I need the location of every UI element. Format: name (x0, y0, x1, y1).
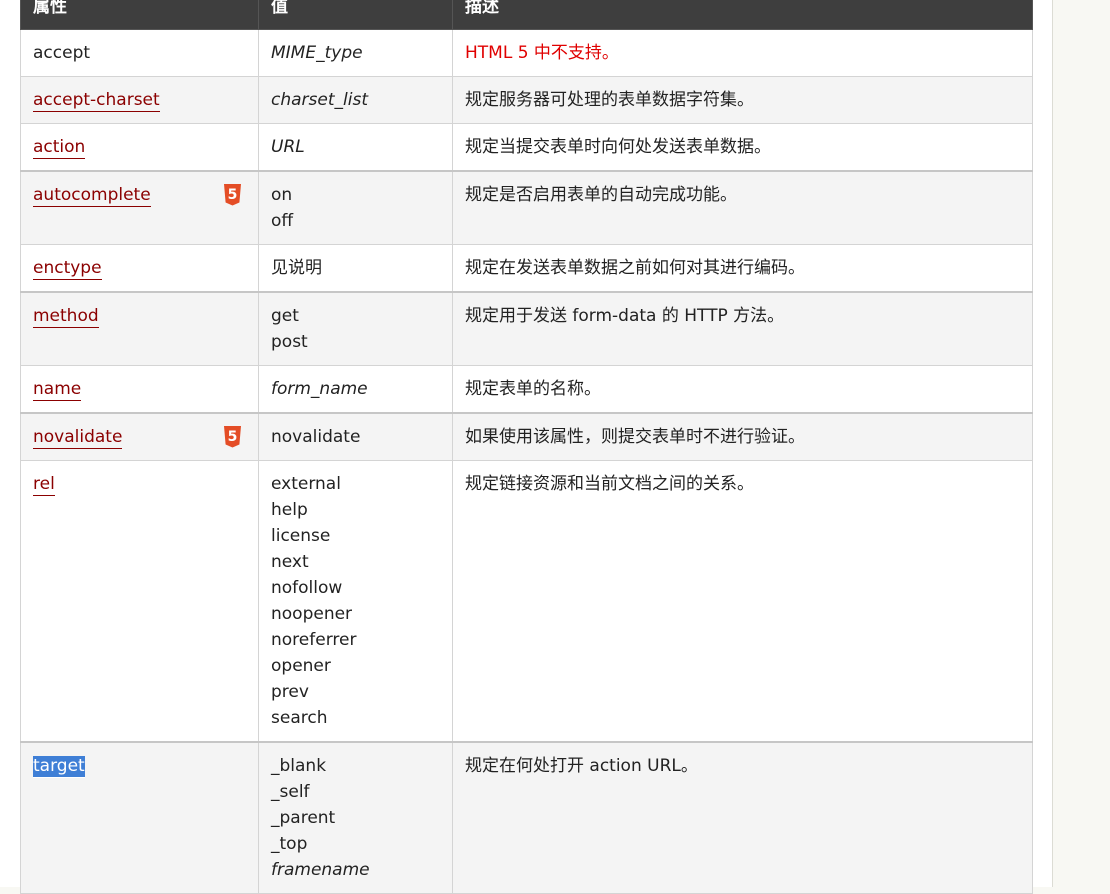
header-attribute: 属性 (20, 0, 259, 30)
value-text: _parent (271, 808, 336, 828)
attribute-cell: accept (20, 29, 259, 77)
value-text: opener (271, 656, 331, 676)
value-text: search (271, 708, 328, 728)
description-cell: 规定服务器可处理的表单数据字符集。 (452, 76, 1033, 124)
attribute-cell: target (20, 741, 259, 894)
description-text: 规定链接资源和当前文档之间的关系。 (465, 474, 754, 494)
attribute-action-link[interactable]: action (33, 137, 86, 159)
table-header: 属性 值 描述 (20, 0, 1033, 30)
attribute-cell: accept-charset (20, 76, 259, 124)
svg-text:5: 5 (228, 429, 238, 445)
value-text: nofollow (271, 578, 343, 598)
description-text: 规定表单的名称。 (465, 379, 601, 399)
description-text: HTML 5 中不支持。 (465, 43, 619, 63)
description-text: 规定在何处打开 action URL。 (465, 756, 698, 776)
value-cell: charset_list (258, 76, 453, 124)
value-cell: form_name (258, 365, 453, 414)
description-cell: 如果使用该属性，则提交表单时不进行验证。 (452, 412, 1033, 461)
table-body: accept MIME_type HTML 5 中不支持。 accept-charse… (20, 29, 1033, 894)
description-cell: 规定在发送表单数据之前如何对其进行编码。 (452, 244, 1033, 293)
attribute-rel-link[interactable]: rel (33, 474, 55, 496)
table-row: action URL 规定当提交表单时向何处发送表单数据。 (20, 123, 1033, 172)
table-row: autocomplete 5 on off 规定是否启用表单的自动完成功能。 (20, 170, 1033, 245)
form-attributes-table: 属性 值 描述 accept MIME_type HTML 5 中不支持。 accep… (20, 0, 1033, 894)
attribute-cell: rel (20, 460, 259, 743)
value-text: get (271, 306, 299, 326)
value-text: form_name (271, 379, 368, 399)
value-cell: novalidate (258, 412, 453, 461)
html5-badge-icon: 5 (224, 426, 241, 448)
description-text: 规定用于发送 form-data 的 HTTP 方法。 (465, 306, 785, 326)
value-text: _top (271, 834, 308, 854)
table-row: enctype 见说明 规定在发送表单数据之前如何对其进行编码。 (20, 244, 1033, 293)
value-text: noreferrer (271, 630, 357, 650)
html5-badge-icon: 5 (224, 184, 241, 206)
table-row: accept-charset charset_list 规定服务器可处理的表单数据字… (20, 76, 1033, 124)
value-text: framename (271, 860, 370, 880)
attribute-accept-charset-link[interactable]: accept-charset (33, 90, 160, 112)
description-text: 规定是否启用表单的自动完成功能。 (465, 185, 737, 205)
description-text: 规定当提交表单时向何处发送表单数据。 (465, 137, 771, 157)
description-text: 规定服务器可处理的表单数据字符集。 (465, 90, 754, 110)
attribute-method-link[interactable]: method (33, 306, 99, 328)
value-text: _self (271, 782, 310, 802)
value-cell: MIME_type (258, 29, 453, 77)
description-cell: 规定表单的名称。 (452, 365, 1033, 414)
table-row: novalidate 5 novalidate 如果使用该属性，则提交表单时不进行验证… (20, 412, 1033, 461)
value-text: 见说明 (271, 258, 322, 278)
attribute-cell: name (20, 365, 259, 414)
description-cell: 规定用于发送 form-data 的 HTTP 方法。 (452, 291, 1033, 366)
value-text: help (271, 500, 308, 520)
attribute-cell: autocomplete 5 (20, 170, 259, 245)
table-row: accept MIME_type HTML 5 中不支持。 (20, 29, 1033, 77)
header-value: 值 (258, 0, 453, 30)
value-text: prev (271, 682, 309, 702)
attribute-novalidate-link[interactable]: novalidate (33, 427, 123, 449)
content-panel: 属性 值 描述 accept MIME_type HTML 5 中不支持。 accep… (0, 0, 1053, 894)
value-cell: URL (258, 123, 453, 172)
description-text: 如果使用该属性，则提交表单时不进行验证。 (465, 427, 805, 447)
header-description: 描述 (452, 0, 1033, 30)
value-text: external (271, 474, 341, 494)
description-text: 规定在发送表单数据之前如何对其进行编码。 (465, 258, 805, 278)
description-cell: 规定当提交表单时向何处发送表单数据。 (452, 123, 1033, 172)
table-row: name form_name 规定表单的名称。 (20, 365, 1033, 414)
value-text: URL (271, 137, 305, 157)
value-text: novalidate (271, 427, 361, 447)
table-row: target _blank _self _parent _top framename 规定在… (20, 741, 1033, 894)
value-cell: get post (258, 291, 453, 366)
value-cell: 见说明 (258, 244, 453, 293)
value-text: charset_list (271, 90, 368, 110)
value-text: on (271, 185, 293, 205)
description-cell: 规定在何处打开 action URL。 (452, 741, 1033, 894)
attribute-accept-label: accept (33, 43, 91, 63)
value-cell: external help license next nofollow noopener n… (258, 460, 453, 743)
attribute-cell: method (20, 291, 259, 366)
value-text: MIME_type (271, 43, 363, 63)
table-row: rel external help license next nofollow noopen… (20, 460, 1033, 743)
value-text: next (271, 552, 309, 572)
value-text: _blank (271, 756, 327, 776)
attribute-enctype-link[interactable]: enctype (33, 258, 102, 280)
svg-text:5: 5 (228, 187, 238, 203)
description-cell: HTML 5 中不支持。 (452, 29, 1033, 77)
attribute-cell: action (20, 123, 259, 172)
attribute-autocomplete-link[interactable]: autocomplete (33, 185, 151, 207)
attribute-target-link[interactable]: target (33, 756, 85, 778)
attribute-name-link[interactable]: name (33, 379, 82, 401)
value-text: license (271, 526, 331, 546)
value-cell: on off (258, 170, 453, 245)
attribute-cell: novalidate 5 (20, 412, 259, 461)
value-cell: _blank _self _parent _top framename (258, 741, 453, 894)
attribute-cell: enctype (20, 244, 259, 293)
description-cell: 规定链接资源和当前文档之间的关系。 (452, 460, 1033, 743)
table-row: method get post 规定用于发送 form-data 的 HTTP 方法。 (20, 291, 1033, 366)
value-text: post (271, 332, 308, 352)
description-cell: 规定是否启用表单的自动完成功能。 (452, 170, 1033, 245)
form-attributes-table-wrap: 属性 值 描述 accept MIME_type HTML 5 中不支持。 accep… (20, 0, 1033, 894)
value-text: noopener (271, 604, 353, 624)
value-text: off (271, 211, 294, 231)
